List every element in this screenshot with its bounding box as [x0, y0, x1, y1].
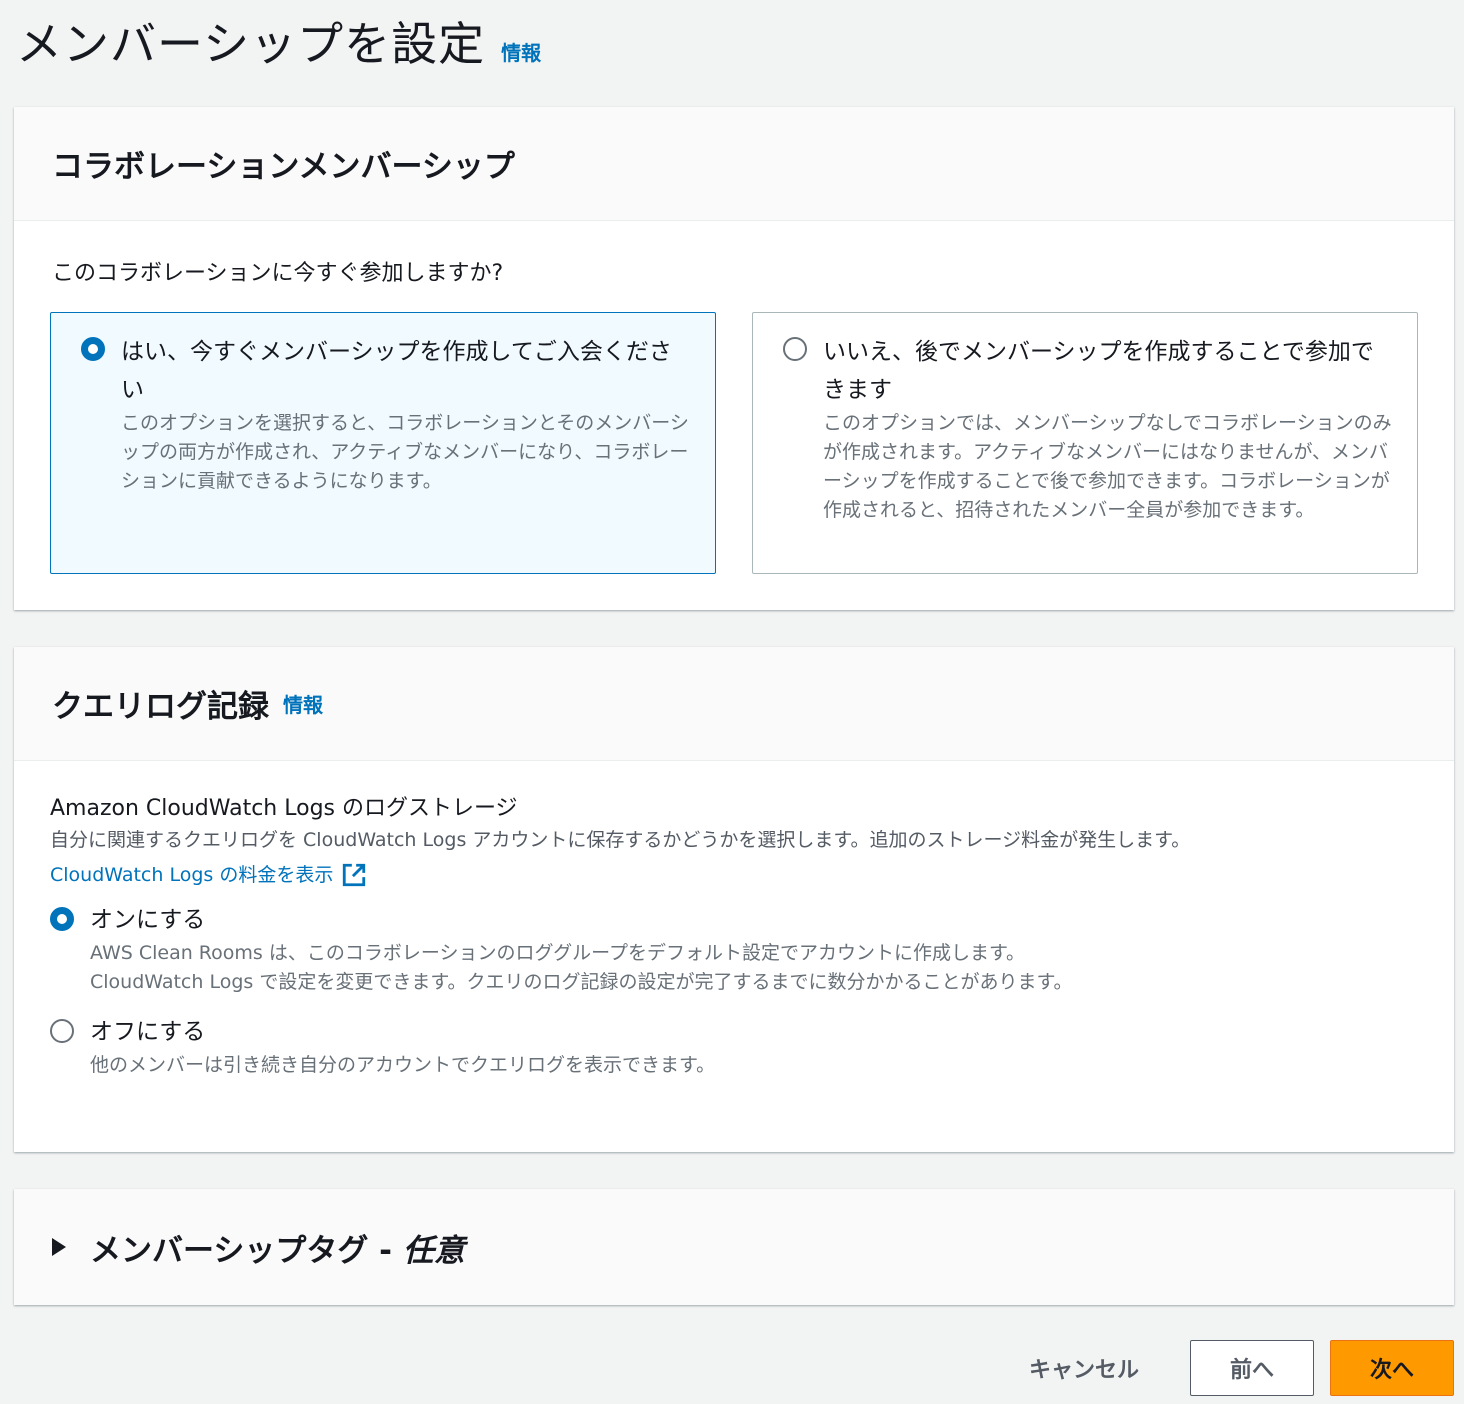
page-title: メンバーシップを設定 — [16, 17, 486, 71]
logging-on-option[interactable]: オンにする AWS Clean Rooms は、このコラボレーションのロググルー… — [50, 901, 1430, 997]
log-storage-description: 自分に関連するクエリログを CloudWatch Logs アカウントに保存する… — [50, 829, 1191, 851]
external-link-icon — [343, 863, 366, 887]
cancel-button[interactable]: キャンセル — [1014, 1340, 1154, 1396]
page-header: メンバーシップを設定 情報 — [16, 8, 541, 74]
query-logging-info-link[interactable]: 情報 — [283, 689, 323, 718]
logging-on-description: AWS Clean Rooms は、このコラボレーションのロググループをデフォル… — [90, 942, 1073, 993]
cloudwatch-pricing-link-text: CloudWatch Logs の料金を表示 — [50, 864, 334, 886]
membership-tags-optional: 任意 — [402, 1232, 465, 1269]
previous-button[interactable]: 前へ — [1190, 1340, 1314, 1396]
next-button[interactable]: 次へ — [1330, 1340, 1454, 1396]
join-now-option-tile[interactable]: はい、今すぐメンバーシップを作成してご入会ください このオプションを選択すると、… — [50, 312, 716, 574]
membership-tags-panel: メンバーシップタグ - 任意 — [14, 1189, 1454, 1305]
join-later-label: いいえ、後でメンバーシップを作成することで参加できます — [823, 339, 1374, 403]
join-later-option-tile[interactable]: いいえ、後でメンバーシップを作成することで参加できます このオプションでは、メン… — [752, 312, 1418, 574]
query-logging-panel: クエリログ記録 情報 Amazon CloudWatch Logs のログストレ… — [14, 647, 1454, 1152]
join-question: このコラボレーションに今すぐ参加しますか? — [52, 261, 504, 286]
join-now-radio[interactable] — [81, 337, 105, 361]
membership-tags-expander[interactable]: メンバーシップタグ - 任意 — [52, 1189, 465, 1305]
logging-off-option[interactable]: オフにする 他のメンバーは引き続き自分のアカウントでクエリログを表示できます。 — [50, 1013, 1430, 1080]
membership-panel: コラボレーションメンバーシップ このコラボレーションに今すぐ参加しますか? はい… — [14, 107, 1454, 610]
wizard-footer: キャンセル 前へ 次へ — [1014, 1340, 1454, 1396]
membership-panel-title: コラボレーションメンバーシップ — [52, 149, 515, 185]
log-storage-label: Amazon CloudWatch Logs のログストレージ — [50, 796, 518, 821]
membership-panel-header: コラボレーションメンバーシップ — [14, 107, 1454, 221]
join-now-label: はい、今すぐメンバーシップを作成してご入会ください — [121, 339, 672, 403]
caret-right-icon — [52, 1238, 66, 1256]
join-now-description: このオプションを選択すると、コラボレーションとそのメンバーシップの両方が作成され… — [121, 412, 689, 492]
cloudwatch-pricing-link[interactable]: CloudWatch Logs の料金を表示 — [50, 855, 367, 895]
query-logging-panel-title: クエリログ記録 — [52, 689, 269, 725]
join-later-radio[interactable] — [783, 337, 807, 361]
query-logging-body: Amazon CloudWatch Logs のログストレージ 自分に関連するク… — [50, 793, 1430, 1080]
logging-off-radio[interactable] — [50, 1019, 74, 1043]
membership-tags-title: メンバーシップタグ - 任意 — [90, 1225, 465, 1270]
logging-off-description: 他のメンバーは引き続き自分のアカウントでクエリログを表示できます。 — [90, 1054, 716, 1076]
membership-tags-title-text: メンバーシップタグ - — [90, 1232, 403, 1269]
query-logging-panel-header: クエリログ記録 情報 — [14, 647, 1454, 761]
page-info-link[interactable]: 情報 — [501, 37, 541, 66]
logging-off-label: オフにする — [90, 1019, 206, 1045]
logging-on-radio[interactable] — [50, 907, 74, 931]
logging-on-label: オンにする — [90, 907, 206, 933]
join-later-description: このオプションでは、メンバーシップなしでコラボレーションのみが作成されます。アク… — [823, 412, 1392, 521]
